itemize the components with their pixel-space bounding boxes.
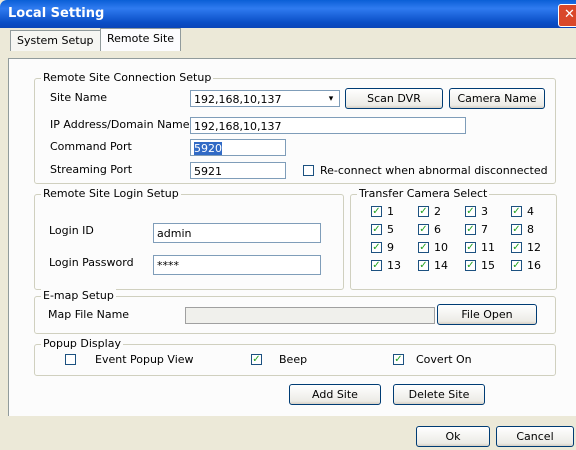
- connection-group: Remote Site Connection Setup Site Name 1…: [34, 71, 556, 184]
- popup-legend: Popup Display: [41, 337, 123, 350]
- event-popup-label: Event Popup View: [95, 353, 194, 366]
- reconnect-label: Re-connect when abnormal disconnected: [320, 164, 548, 177]
- camera-check-icon[interactable]: ✓: [465, 242, 476, 253]
- camera-check-icon[interactable]: ✓: [418, 206, 429, 217]
- beep-label: Beep: [279, 353, 308, 366]
- ok-button[interactable]: Ok: [416, 426, 490, 447]
- camera-number-label: 10: [434, 241, 448, 254]
- camera-name-button[interactable]: Camera Name: [449, 88, 545, 109]
- camera-number-label: 9: [387, 241, 394, 254]
- close-icon[interactable]: ✕: [558, 4, 576, 27]
- login-id-field[interactable]: admin: [153, 223, 321, 243]
- login-legend: Remote Site Login Setup: [41, 187, 181, 200]
- camera-check-icon[interactable]: ✓: [465, 206, 476, 217]
- tab-pane: Remote Site Connection Setup Site Name 1…: [8, 58, 576, 418]
- camera-check-icon[interactable]: ✓: [418, 224, 429, 235]
- camera-number-label: 16: [527, 259, 541, 272]
- dialog-footer: Ok Cancel: [0, 416, 576, 450]
- popup-group: Popup Display Event Popup View ✓ Beep ✓ …: [34, 337, 556, 376]
- camera-number-label: 2: [434, 205, 441, 218]
- emap-group: E-map Setup Map File Name File Open: [34, 289, 556, 334]
- camera-check-icon[interactable]: ✓: [511, 242, 522, 253]
- camera-check-icon[interactable]: ✓: [371, 224, 382, 235]
- camera-number-label: 1: [387, 205, 394, 218]
- camera-number-label: 4: [527, 205, 534, 218]
- camera-number-label: 13: [387, 259, 401, 272]
- camera-check-icon[interactable]: ✓: [465, 260, 476, 271]
- site-name-select[interactable]: 192,168,10,137 ▾: [190, 90, 340, 107]
- file-open-button[interactable]: File Open: [437, 304, 537, 325]
- camera-check-icon[interactable]: ✓: [511, 206, 522, 217]
- covert-label: Covert On: [416, 353, 472, 366]
- camera-number-label: 7: [481, 223, 488, 236]
- tab-remote-site[interactable]: Remote Site: [100, 28, 182, 51]
- command-port-value: 5920: [194, 142, 222, 155]
- login-group: Remote Site Login Setup Login ID admin L…: [34, 187, 344, 290]
- camera-check-icon[interactable]: ✓: [418, 260, 429, 271]
- event-popup-check-box[interactable]: [65, 354, 76, 365]
- camera-number-label: 6: [434, 223, 441, 236]
- camera-number-label: 14: [434, 259, 448, 272]
- camera-check-icon[interactable]: ✓: [511, 224, 522, 235]
- map-file-label: Map File Name: [48, 308, 130, 321]
- login-id-label: Login ID: [49, 224, 94, 237]
- camera-check-icon[interactable]: ✓: [418, 242, 429, 253]
- login-password-field[interactable]: ****: [153, 255, 321, 275]
- camera-check-icon[interactable]: ✓: [511, 260, 522, 271]
- streaming-port-field[interactable]: 5921: [190, 162, 286, 179]
- local-setting-window: Local Setting ✕ System Setup Remote Site…: [0, 0, 576, 450]
- camera-number-label: 3: [481, 205, 488, 218]
- camera-check-icon[interactable]: ✓: [465, 224, 476, 235]
- covert-check-icon[interactable]: ✓: [393, 354, 404, 365]
- camera-number-label: 11: [481, 241, 495, 254]
- site-name-label: Site Name: [50, 91, 108, 104]
- title-bar[interactable]: Local Setting ✕: [0, 0, 576, 28]
- streaming-port-label: Streaming Port: [50, 163, 133, 176]
- map-file-field[interactable]: [185, 307, 435, 324]
- site-name-value: 192,168,10,137: [194, 93, 282, 106]
- add-site-button[interactable]: Add Site: [289, 384, 381, 405]
- transfer-legend: Transfer Camera Select: [357, 187, 490, 200]
- tab-system-setup[interactable]: System Setup: [10, 30, 101, 51]
- delete-site-button[interactable]: Delete Site: [393, 384, 485, 405]
- login-password-label: Login Password: [49, 256, 134, 269]
- connection-legend: Remote Site Connection Setup: [41, 71, 214, 84]
- camera-number-label: 12: [527, 241, 541, 254]
- scan-dvr-button[interactable]: Scan DVR: [345, 88, 443, 109]
- camera-number-label: 8: [527, 223, 534, 236]
- chevron-down-icon[interactable]: ▾: [324, 92, 338, 106]
- transfer-camera-group: Transfer Camera Select ✓ 1 ✓ 2 ✓ 3 ✓ 4 ✓ 5 ✓ 6 ✓ 7 ✓ 8 ✓…: [350, 187, 557, 290]
- camera-check-icon[interactable]: ✓: [371, 206, 382, 217]
- ip-field[interactable]: 192,168,10,137: [190, 117, 466, 134]
- tab-strip: System Setup Remote Site: [0, 28, 576, 58]
- ip-label: IP Address/Domain Name: [50, 118, 190, 131]
- camera-check-icon[interactable]: ✓: [371, 242, 382, 253]
- camera-check-icon[interactable]: ✓: [371, 260, 382, 271]
- camera-number-label: 15: [481, 259, 495, 272]
- cancel-button[interactable]: Cancel: [496, 426, 574, 447]
- camera-number-label: 5: [387, 223, 394, 236]
- emap-legend: E-map Setup: [41, 289, 116, 302]
- reconnect-check-box[interactable]: [303, 165, 314, 176]
- window-title: Local Setting: [8, 6, 105, 21]
- beep-check-icon[interactable]: ✓: [251, 354, 262, 365]
- command-port-field[interactable]: 5920: [190, 139, 286, 156]
- command-port-label: Command Port: [50, 140, 132, 153]
